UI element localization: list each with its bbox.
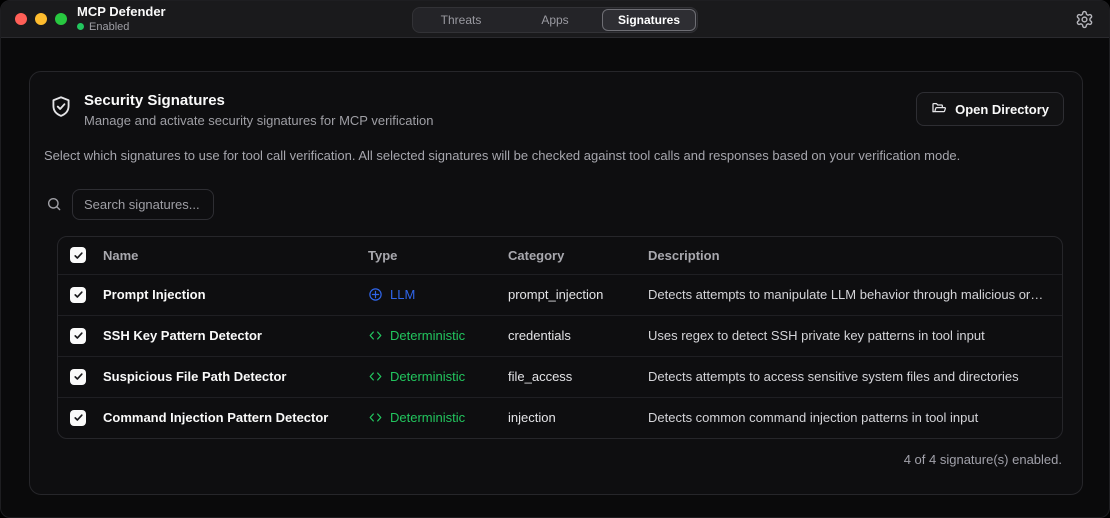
row-description: Detects common command injection pattern… [648,410,1048,425]
column-header-description: Description [648,248,1048,263]
app-title: MCP Defender [77,5,166,20]
row-type-label: Deterministic [390,369,465,384]
row-checkbox[interactable] [70,328,86,344]
row-name: SSH Key Pattern Detector [103,328,368,343]
row-type-label: LLM [390,287,415,302]
row-category: credentials [508,328,648,343]
table-header-row: Name Type Category Description [58,237,1062,274]
llm-icon [368,287,383,302]
panel-description: Select which signatures to use for tool … [44,147,1064,165]
row-checkbox[interactable] [70,410,86,426]
row-type: Deterministic [368,328,508,343]
minimize-window-button[interactable] [35,13,47,25]
row-type: Deterministic [368,369,508,384]
table-row[interactable]: Suspicious File Path Detector Determinis… [58,356,1062,397]
search-icon [46,196,62,212]
row-category: injection [508,410,648,425]
row-name: Suspicious File Path Detector [103,369,368,384]
traffic-lights [15,13,67,25]
tab-apps[interactable]: Apps [509,10,601,30]
close-window-button[interactable] [15,13,27,25]
select-all-checkbox[interactable] [70,247,86,263]
row-category: file_access [508,369,648,384]
shield-check-icon [48,94,74,120]
enabled-count-label: 4 of 4 signature(s) enabled. [30,452,1062,467]
titlebar: MCP Defender Enabled ThreatsAppsSignatur… [1,1,1109,38]
zoom-window-button[interactable] [55,13,67,25]
row-checkbox[interactable] [70,287,86,303]
gear-icon [1075,10,1094,29]
row-checkbox[interactable] [70,369,86,385]
app-status-label: Enabled [89,21,129,34]
code-icon [368,369,383,384]
open-directory-label: Open Directory [955,102,1049,117]
security-signatures-panel: Security Signatures Manage and activate … [29,71,1083,495]
panel-subtitle: Manage and activate security signatures … [84,113,433,128]
column-header-type: Type [368,248,508,263]
row-type-label: Deterministic [390,410,465,425]
search-input[interactable] [72,189,214,220]
tab-bar: ThreatsAppsSignatures [412,7,698,33]
tab-signatures[interactable]: Signatures [603,10,695,30]
column-header-category: Category [508,248,648,263]
tab-threats[interactable]: Threats [415,10,507,30]
table-row[interactable]: Command Injection Pattern Detector Deter… [58,397,1062,438]
row-category: prompt_injection [508,287,648,302]
table-body: Prompt Injection LLM prompt_injection De… [58,274,1062,438]
app-window: MCP Defender Enabled ThreatsAppsSignatur… [0,0,1110,518]
status-dot-icon [77,23,84,30]
row-description: Detects attempts to access sensitive sys… [648,369,1048,384]
row-type-label: Deterministic [390,328,465,343]
row-description: Detects attempts to manipulate LLM behav… [648,287,1048,302]
row-name: Prompt Injection [103,287,368,302]
table-row[interactable]: Prompt Injection LLM prompt_injection De… [58,274,1062,315]
signatures-table: Name Type Category Description Prompt In… [57,236,1063,439]
column-header-name: Name [103,248,368,263]
app-identity: MCP Defender Enabled [77,5,166,34]
row-description: Uses regex to detect SSH private key pat… [648,328,1048,343]
settings-button[interactable] [1073,8,1095,30]
row-type: Deterministic [368,410,508,425]
panel-title: Security Signatures [84,92,433,110]
code-icon [368,410,383,425]
row-type: LLM [368,287,508,302]
row-name: Command Injection Pattern Detector [103,410,368,425]
folder-open-icon [931,101,947,117]
code-icon [368,328,383,343]
open-directory-button[interactable]: Open Directory [916,92,1064,126]
table-row[interactable]: SSH Key Pattern Detector Deterministic c… [58,315,1062,356]
search-row [46,189,1082,220]
